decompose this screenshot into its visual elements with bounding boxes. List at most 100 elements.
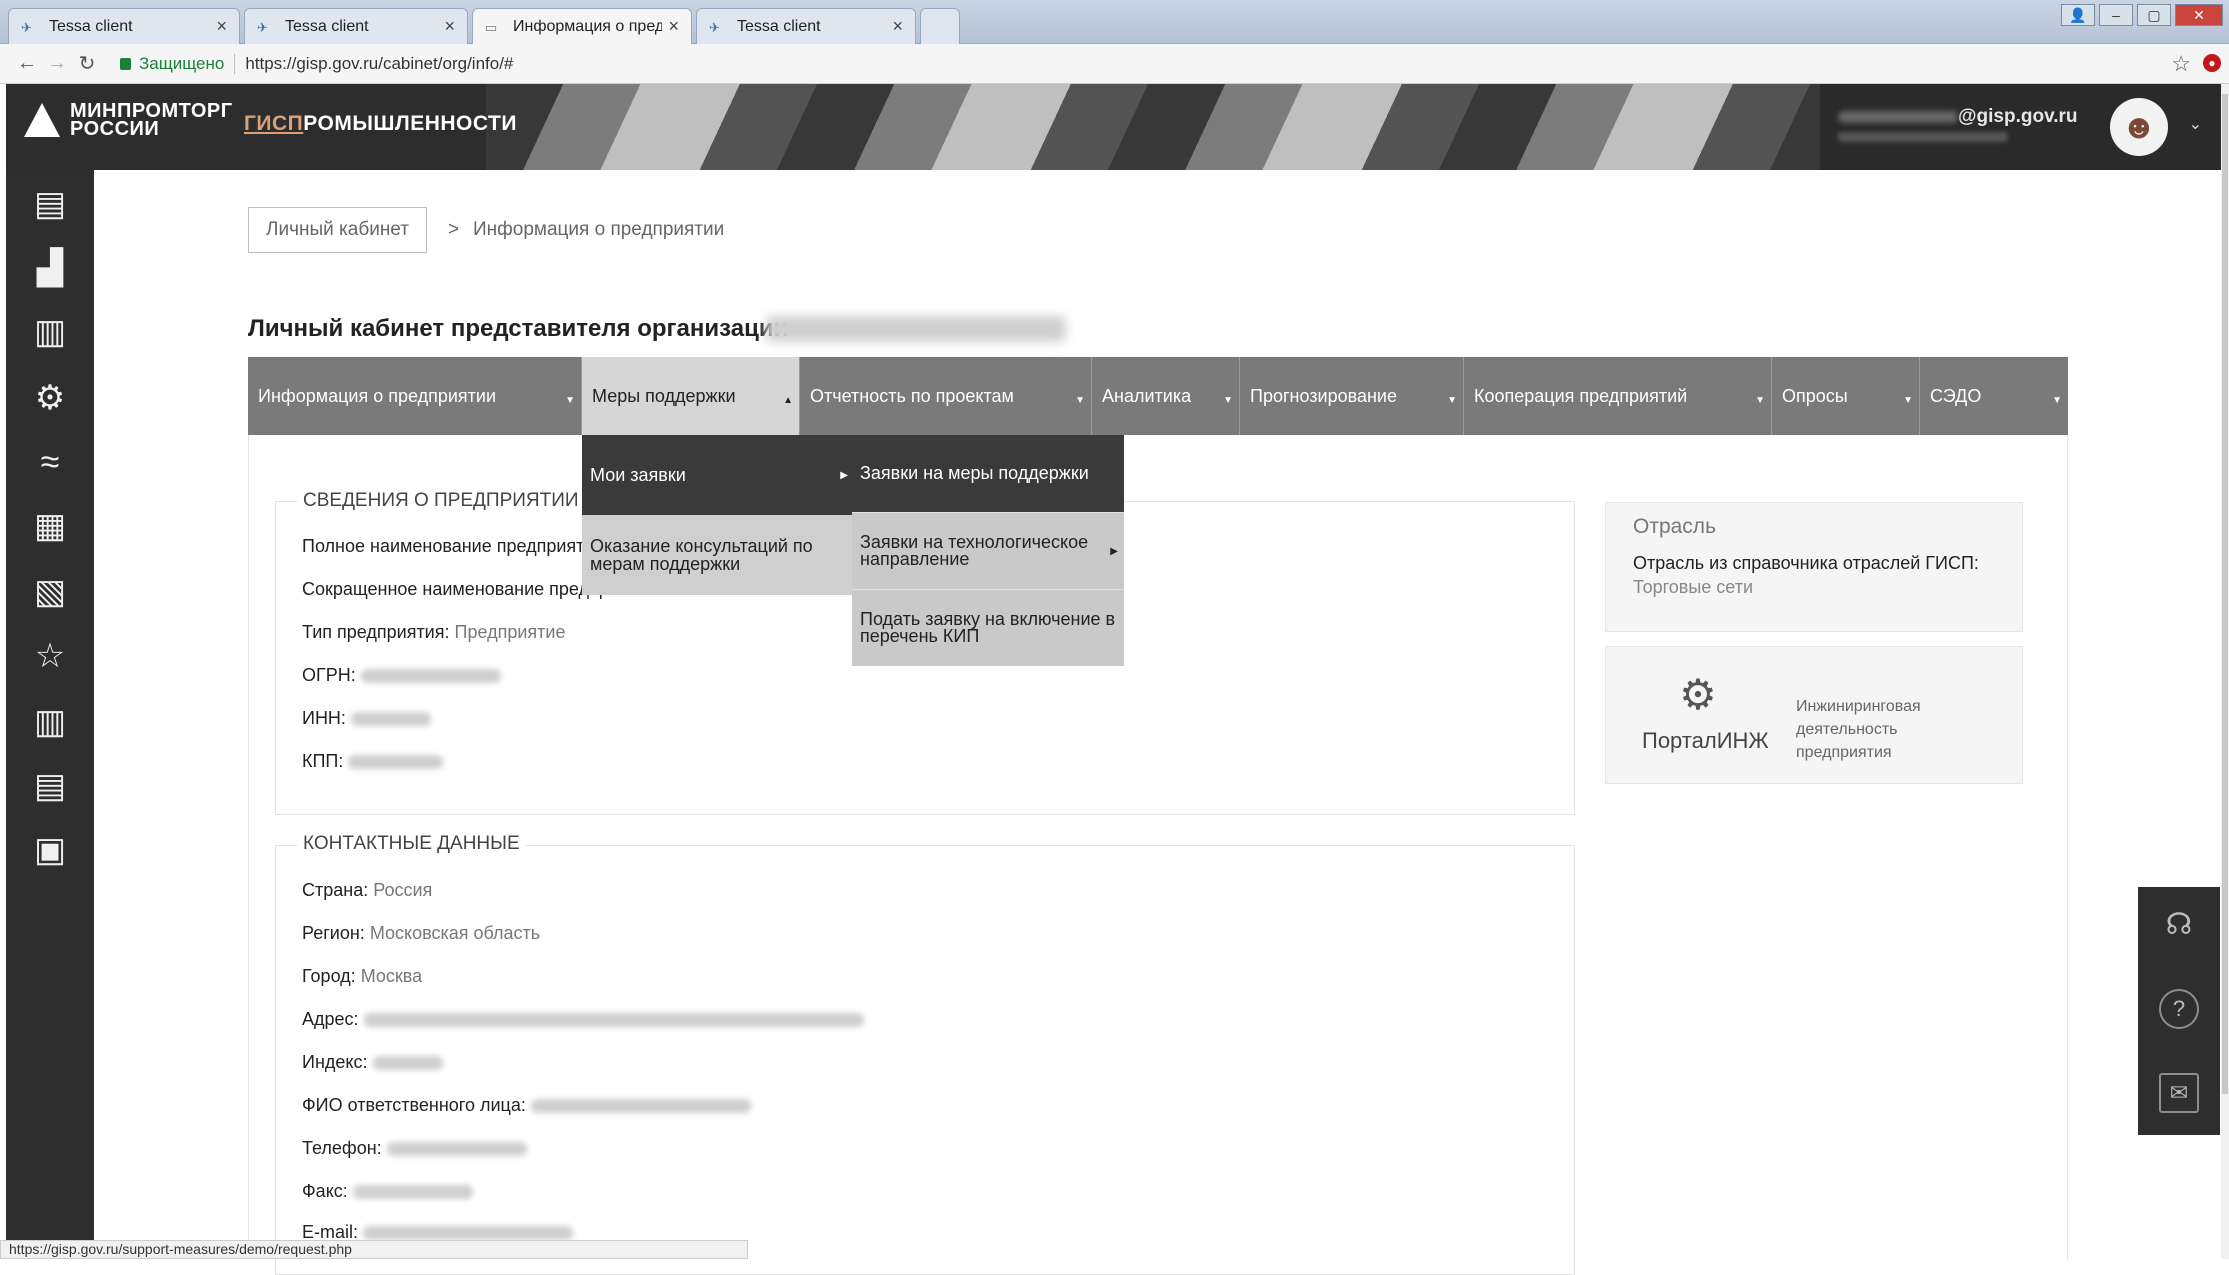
blurred-email [363,1226,574,1241]
extension-icon[interactable]: ● [2203,54,2221,72]
responsible-row: ФИО ответственного лица: [302,1095,751,1116]
menu-project-reports[interactable]: Отчетность по проектам ▼ [800,357,1092,435]
menu-label: Прогнозирование [1250,385,1397,406]
browser-tab-3-active[interactable]: ▭ Информация о предпр… × [472,8,692,44]
page-title: Личный кабинет представителя организации [248,315,789,342]
ogrn-label: ОГРН: [302,665,356,685]
browser-tab-2[interactable]: ✈ Tessa client × [244,8,468,44]
breadcrumb-home[interactable]: Личный кабинет [248,207,427,253]
user-box[interactable]: @gisp.gov.ru ☻ ⌄ [1820,84,2222,170]
left-sidebar: ▤ ▟ ▥ ⚙ ≈ ▦ ▧ ☆ ▥ ▤ ▣ [6,170,94,1240]
secure-indicator[interactable]: Защищено [120,54,224,74]
menu-label: Аналитика [1102,385,1192,406]
portal-name[interactable]: ПорталИНЖ [1642,728,1769,754]
dropdown-my-applications[interactable]: Мои заявки ▶ [582,435,852,515]
full-name-row: Полное наименование предприят [302,536,584,557]
factory-icon[interactable]: ▟ [28,246,72,290]
close-icon[interactable]: × [216,16,227,37]
menu-support-measures[interactable]: Меры поддержки ▲ [582,357,800,435]
chevron-down-icon[interactable]: ⌄ [2189,114,2202,134]
minpromtorg-logo[interactable]: МИНПРОМТОРГ РОССИИ [24,101,233,140]
submenu-kip-application[interactable]: Подать заявку на включение в перечень КИ… [852,589,1124,666]
submenu-label: Подать заявку на включение в перечень КИ… [860,609,1116,646]
close-icon[interactable]: × [892,16,903,37]
company-info-title: СВЕДЕНИЯ О ПРЕДПРИЯТИИ И [297,490,604,512]
tab-label: Tessa client [285,17,369,35]
avatar[interactable]: ☻ [2110,98,2168,156]
catalog-icon[interactable]: ▦ [28,504,72,548]
submenu-support-applications[interactable]: Заявки на меры поддержки [852,435,1124,512]
region-row: Регион: Московская область [302,923,540,944]
secure-label: Защищено [139,53,225,73]
gisp-logo[interactable]: ГИСПРОМЫШЛЕННОСТИ [244,112,517,136]
industry-value: Торговые сети [1633,577,1754,597]
breadcrumb-separator: > [448,219,460,240]
mail-icon[interactable]: ✉ [2159,1073,2199,1113]
browser-tab-bar: ✈ Tessa client × ✈ Tessa client × ▭ Инфо… [0,0,2229,44]
blurred-kpp [348,755,444,770]
back-icon[interactable]: ← [12,52,42,75]
tessa-icon: ✈ [709,19,720,35]
blurred-username [1838,110,1958,123]
user-icon[interactable]: 👤 [2061,4,2095,26]
close-icon[interactable]: × [444,16,455,37]
reload-icon[interactable]: ↻ [72,51,102,76]
engineering-icon[interactable]: ⚙ [28,376,72,420]
help-icon[interactable]: ? [2159,989,2199,1029]
submenu-tech-applications[interactable]: Заявки на технологическое направление ▶ [852,512,1124,589]
calculator-icon[interactable]: ▤ [28,764,72,808]
forward-icon[interactable]: → [42,52,72,75]
dropdown-consultations[interactable]: Оказание консультаций по мерам поддержки [582,515,852,595]
scrollbar-thumb[interactable] [2222,94,2228,1094]
country-row: Страна: Россия [302,880,432,901]
divider [234,53,236,74]
menu-label: СЭДО [1930,385,1982,406]
window-controls: 👤 – ▢ ✕ [2061,4,2223,26]
browser-tab-1[interactable]: ✈ Tessa client × [8,8,240,44]
address-bar: ← → ↻ Защищено https://gisp.gov.ru/cabin… [0,44,2229,84]
region-label: Регион: [302,923,365,943]
gisp-suffix: РОМЫШЛЕННОСТИ [303,112,517,135]
menu-company-info[interactable]: Информация о предприятии ▼ [248,357,582,435]
blurred-org-name [766,316,1066,342]
gisp-prefix: ГИСП [244,112,304,135]
window-close-icon[interactable]: ✕ [2175,4,2223,26]
documents-icon[interactable]: ▥ [28,310,72,354]
fax-label: Факс: [302,1181,348,1201]
report-icon[interactable]: ▧ [28,570,72,614]
contacts-title: КОНТАКТНЫЕ ДАННЫЕ [297,833,526,855]
star-icon[interactable]: ☆ [28,634,72,678]
bookmark-star-icon[interactable]: ☆ [2171,51,2191,77]
menu-sedo[interactable]: СЭДО ▼ [1920,357,2068,435]
caret-right-icon: ▶ [1110,545,1118,557]
header-banner [486,84,1826,170]
maximize-icon[interactable]: ▢ [2137,4,2171,26]
site-header: МИНПРОМТОРГ РОССИИ ГИСПРОМЫШЛЕННОСТИ @gi… [6,84,2222,170]
russia-map-icon[interactable]: ≈ [28,440,72,484]
logo-line-2: РОССИИ [70,118,160,140]
close-icon[interactable]: × [668,16,679,37]
minimize-icon[interactable]: – [2099,4,2133,26]
logo-triangle-icon [24,103,60,137]
city-label: Город: [302,966,356,986]
headset-icon[interactable]: ☊ [2159,907,2199,947]
menu-cooperation[interactable]: Кооперация предприятий ▼ [1464,357,1772,435]
index-label: Индекс: [302,1052,368,1072]
url-field[interactable]: https://gisp.gov.ru/cabinet/org/info/# [245,54,513,74]
new-tab-button[interactable] [920,8,960,44]
blurred-inn [350,712,431,727]
menu-surveys[interactable]: Опросы ▼ [1772,357,1920,435]
caret-down-icon: ▼ [565,395,575,406]
tab-label: Tessa client [49,17,133,35]
menu-forecasting[interactable]: Прогнозирование ▼ [1240,357,1464,435]
inn-row: ИНН: [302,708,431,729]
id-card-icon[interactable]: ▣ [28,828,72,872]
menu-analytics[interactable]: Аналитика ▼ [1092,357,1240,435]
page-scrollbar[interactable] [2221,84,2229,1259]
newspaper-icon[interactable]: ▤ [28,182,72,226]
blurred-address [363,1013,864,1028]
my-applications-submenu: Заявки на меры поддержки Заявки на техно… [852,435,1124,667]
country-label: Страна: [302,880,369,900]
columns-icon[interactable]: ▥ [28,700,72,744]
browser-tab-4[interactable]: ✈ Tessa client × [696,8,916,44]
